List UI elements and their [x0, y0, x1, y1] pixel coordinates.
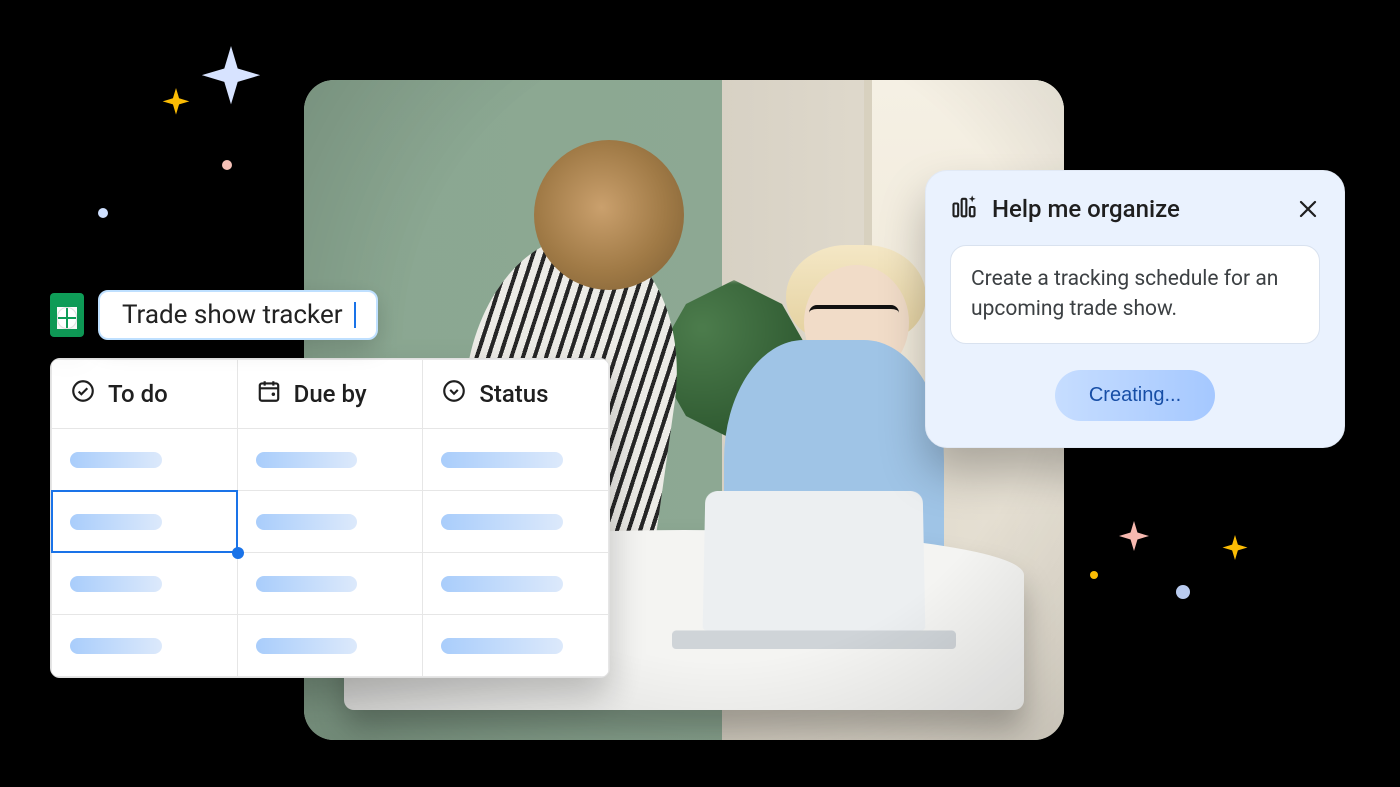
organize-sparkle-icon	[950, 193, 978, 225]
spreadsheet-grid[interactable]: To do Due by Status	[50, 358, 610, 678]
placeholder-pill	[256, 576, 357, 592]
cell[interactable]	[423, 429, 609, 491]
dot-icon	[1176, 585, 1190, 599]
dot-icon	[1090, 571, 1098, 579]
cell[interactable]	[423, 615, 609, 677]
prompt-input[interactable]: Create a tracking schedule for an upcomi…	[950, 245, 1320, 344]
check-circle-icon	[70, 378, 96, 410]
cell[interactable]	[423, 553, 609, 615]
placeholder-pill	[70, 452, 162, 468]
column-header-label: Status	[479, 380, 548, 408]
placeholder-pill	[256, 638, 357, 654]
column-header[interactable]: Due by	[237, 360, 423, 429]
creating-button-label: Creating...	[1089, 384, 1181, 406]
placeholder-pill	[70, 638, 162, 654]
placeholder-pill	[70, 576, 162, 592]
help-me-organize-panel: Help me organize Create a tracking sched…	[925, 170, 1345, 448]
status-icon	[441, 378, 467, 410]
google-sheets-icon	[50, 293, 84, 337]
sheets-mock: Trade show tracker To do Due by Status	[50, 290, 610, 678]
cell[interactable]	[237, 615, 423, 677]
placeholder-pill	[256, 514, 357, 530]
document-title-text: Trade show tracker	[122, 300, 343, 330]
text-cursor	[354, 302, 356, 328]
cell[interactable]	[237, 491, 423, 553]
cell[interactable]	[423, 491, 609, 553]
cell[interactable]	[237, 429, 423, 491]
column-header-label: Due by	[294, 380, 367, 408]
placeholder-pill	[441, 514, 563, 530]
cell[interactable]	[52, 491, 238, 553]
creating-button[interactable]: Creating...	[1055, 370, 1215, 421]
placeholder-pill	[441, 576, 563, 592]
cell[interactable]	[52, 553, 238, 615]
placeholder-pill	[256, 452, 357, 468]
table-row	[52, 553, 609, 615]
sparkle-icon	[196, 46, 266, 116]
dot-icon	[98, 208, 108, 218]
table-row	[52, 491, 609, 553]
calendar-icon	[256, 378, 282, 410]
prompt-text: Create a tracking schedule for an upcomi…	[971, 267, 1278, 321]
table-row	[52, 615, 609, 677]
cell[interactable]	[52, 615, 238, 677]
placeholder-pill	[70, 514, 162, 530]
cell[interactable]	[52, 429, 238, 491]
table-row	[52, 429, 609, 491]
column-header-label: To do	[108, 380, 168, 408]
close-icon[interactable]	[1296, 197, 1320, 221]
placeholder-pill	[441, 452, 563, 468]
placeholder-pill	[441, 638, 563, 654]
cell[interactable]	[237, 553, 423, 615]
document-title-input[interactable]: Trade show tracker	[98, 290, 378, 340]
dot-icon	[222, 160, 232, 170]
column-header[interactable]: To do	[52, 360, 238, 429]
sparkle-icon	[1220, 535, 1250, 565]
sparkle-icon	[1116, 521, 1152, 557]
column-header[interactable]: Status	[423, 360, 609, 429]
panel-title: Help me organize	[992, 195, 1282, 223]
sparkle-icon	[160, 88, 192, 120]
